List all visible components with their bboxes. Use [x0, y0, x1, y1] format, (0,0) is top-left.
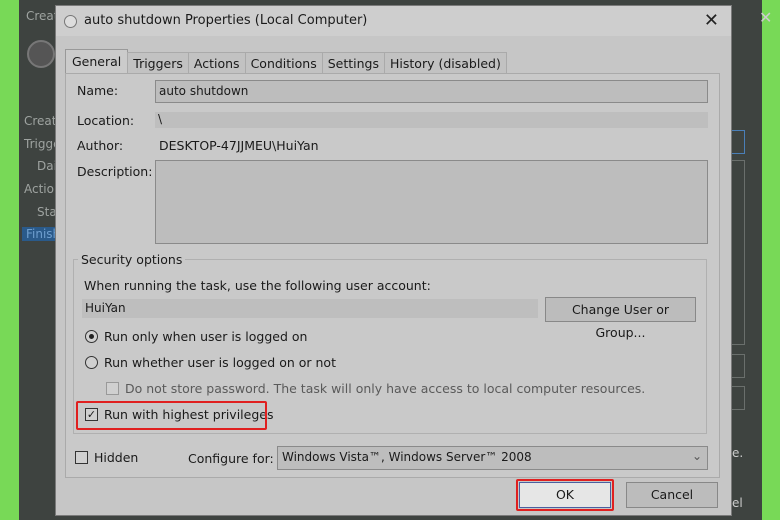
task-clock-icon	[27, 40, 55, 68]
no-store-password-label: Do not store password. The task will onl…	[125, 381, 646, 396]
account-label: When running the task, use the following…	[84, 278, 431, 293]
tab-settings[interactable]: Settings	[321, 52, 386, 74]
name-value: auto shutdown	[159, 84, 249, 98]
author-value: DESKTOP-47JJMEU\HuiYan	[159, 138, 319, 153]
radio-logged-on-label[interactable]: Run only when user is logged on	[104, 329, 307, 344]
description-field[interactable]	[155, 160, 708, 244]
bg-text: Creat	[24, 114, 57, 128]
tab-history[interactable]: History (disabled)	[384, 52, 507, 74]
configure-dropdown[interactable]: Windows Vista™, Windows Server™ 2008 ⌄	[277, 446, 708, 470]
location-value: \	[158, 112, 163, 126]
security-options-title: Security options	[78, 252, 186, 267]
name-label: Name:	[77, 83, 119, 98]
bg-text: Creat	[26, 9, 59, 23]
bg-text: el	[732, 496, 743, 510]
bg-box	[731, 386, 745, 410]
bg-box	[731, 354, 745, 378]
bg-text: Sta	[37, 205, 57, 219]
bg-close-icon[interactable]: ✕	[759, 8, 772, 27]
tab-strip: General Triggers Actions Conditions Sett…	[65, 49, 507, 74]
hidden-label[interactable]: Hidden	[94, 450, 138, 465]
close-icon[interactable]: ✕	[704, 10, 719, 31]
cancel-button[interactable]: Cancel	[626, 482, 718, 508]
description-label: Description:	[77, 164, 153, 179]
radio-whether-label[interactable]: Run whether user is logged on or not	[104, 355, 336, 370]
general-panel: Name: auto shutdown Location: \ Author: …	[65, 73, 720, 478]
highlight-box	[76, 401, 267, 430]
bg-box	[731, 160, 745, 345]
bg-text: Dai	[37, 159, 57, 173]
account-field: HuiYan	[82, 299, 538, 318]
radio-whether-logged-on[interactable]	[85, 356, 98, 369]
title-bar: auto shutdown Properties (Local Computer…	[56, 6, 731, 36]
tab-general[interactable]: General	[65, 49, 129, 74]
clock-icon	[64, 15, 77, 28]
bg-text: e.	[732, 446, 744, 460]
author-label: Author:	[77, 138, 124, 153]
no-store-password-checkbox[interactable]	[106, 382, 119, 395]
account-value: HuiYan	[85, 301, 126, 315]
tab-conditions[interactable]: Conditions	[244, 52, 323, 74]
dialog-title: auto shutdown Properties (Local Computer…	[84, 13, 368, 28]
bg-text: Actio	[24, 182, 54, 196]
properties-dialog: auto shutdown Properties (Local Computer…	[55, 5, 732, 516]
hidden-checkbox[interactable]	[75, 451, 88, 464]
configure-label: Configure for:	[188, 451, 274, 466]
security-options-group: Security options When running the task, …	[73, 252, 707, 434]
ok-highlight-box	[516, 479, 614, 511]
configure-value: Windows Vista™, Windows Server™ 2008	[282, 450, 532, 464]
location-label: Location:	[77, 113, 135, 128]
change-user-button[interactable]: Change User or Group...	[545, 297, 696, 340]
chevron-down-icon: ⌄	[691, 449, 702, 463]
location-value-field: \	[155, 112, 708, 128]
tab-triggers[interactable]: Triggers	[127, 52, 189, 74]
bg-box	[731, 130, 745, 154]
radio-logged-on[interactable]	[85, 330, 98, 343]
tab-actions[interactable]: Actions	[187, 52, 246, 74]
name-field[interactable]: auto shutdown	[155, 80, 708, 103]
